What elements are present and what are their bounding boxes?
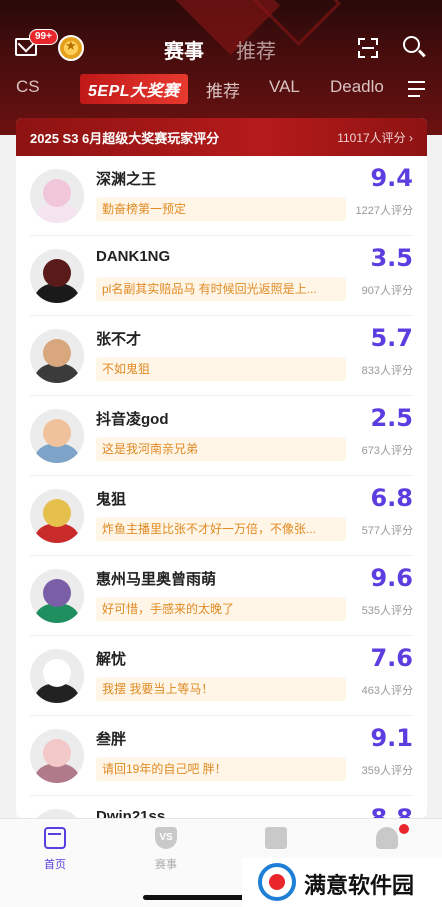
subnav-item-deadlock[interactable]: Deadlo xyxy=(330,77,384,97)
player-row[interactable]: 惠州马里奥曾雨萌 9.6 好可惜，手感来的太晚了 535人评分 xyxy=(30,556,413,636)
coin-icon[interactable] xyxy=(58,35,84,61)
rating-card-header[interactable]: 2025 S3 6月超级大奖赛玩家评分 11017人评分 › xyxy=(16,118,427,156)
subnav-item-recommend[interactable]: 推荐 xyxy=(206,77,240,102)
player-rater-count: 907人评分 xyxy=(361,285,413,297)
player-rater-count: 833人评分 xyxy=(361,365,413,377)
player-row[interactable]: 抖音凌god 2.5 这是我河南亲兄弟 673人评分 xyxy=(30,396,413,476)
tab-matches-label: 赛事 xyxy=(155,859,177,871)
avatar[interactable] xyxy=(30,729,84,783)
scan-icon[interactable] xyxy=(358,38,378,58)
rating-card: 2025 S3 6月超级大奖赛玩家评分 11017人评分 › 深渊之王 9.4 … xyxy=(16,118,427,818)
tab-matches[interactable]: VS 赛事 xyxy=(136,827,196,872)
player-rater-count: 359人评分 xyxy=(361,765,413,777)
player-name: 解忧 xyxy=(96,651,127,668)
rating-count-link[interactable]: 11017人评分 › xyxy=(337,129,413,146)
player-name: Dwin21ss xyxy=(96,808,166,818)
subnav-item-cs[interactable]: CS xyxy=(16,77,40,97)
tab-home[interactable]: 首页 xyxy=(25,827,85,872)
player-row[interactable]: 叁胖 9.1 请回19年的自己吧 胖！ 359人评分 xyxy=(30,716,413,796)
player-score: 6.8 xyxy=(370,484,413,512)
subnav-item-val[interactable]: VAL xyxy=(269,77,300,97)
player-top-comment: 勤奋榜第一预定 xyxy=(96,197,346,221)
avatar[interactable] xyxy=(30,169,84,223)
notification-dot xyxy=(399,824,409,834)
watermark-logo-icon xyxy=(258,863,296,901)
search-icon[interactable] xyxy=(403,36,420,53)
player-score: 2.5 xyxy=(370,404,413,432)
tab-events[interactable]: 赛事 xyxy=(164,35,204,64)
player-row[interactable]: DANK1NG 3.5 pl名副其实赔品马 有时候回光返照是上... 907人评… xyxy=(30,236,413,316)
player-name: DANK1NG xyxy=(96,248,171,265)
profile-icon xyxy=(376,827,398,849)
top-bar: 99+ 赛事 推荐 xyxy=(0,29,442,66)
player-score: 9.4 xyxy=(370,164,413,192)
player-name: 惠州马里奥曾雨萌 xyxy=(96,571,217,588)
player-rater-count: 463人评分 xyxy=(361,685,413,697)
avatar[interactable] xyxy=(30,489,84,543)
avatar[interactable] xyxy=(30,249,84,303)
watermark: 满意软件园 xyxy=(242,858,442,907)
tab-messages[interactable] xyxy=(246,827,306,849)
avatar[interactable] xyxy=(30,809,84,818)
player-top-comment: 这是我河南亲兄弟 xyxy=(96,437,346,461)
player-top-comment: 不如鬼狙 xyxy=(96,357,346,381)
player-top-comment: 好可惜，手感来的太晚了 xyxy=(96,597,346,621)
rating-card-title: 2025 S3 6月超级大奖赛玩家评分 xyxy=(30,131,220,146)
player-rater-count: 673人评分 xyxy=(361,445,413,457)
player-top-comment: 请回19年的自己吧 胖！ xyxy=(96,757,346,781)
tab-home-label: 首页 xyxy=(44,859,66,871)
player-name: 张不才 xyxy=(96,331,142,348)
player-score: 3.5 xyxy=(370,244,413,272)
player-rater-count: 535人评分 xyxy=(361,605,413,617)
notification-badge: 99+ xyxy=(29,29,58,45)
player-row[interactable]: 鬼狙 6.8 炸鱼主播里比张不才好一万倍，不像张... 577人评分 xyxy=(30,476,413,556)
game-subnav: CS 5EPL大奖赛 推荐 VAL Deadlo xyxy=(0,72,442,104)
home-icon xyxy=(44,827,66,849)
tab-profile[interactable] xyxy=(357,824,417,849)
player-top-comment: pl名副其实赔品马 有时候回光返照是上... xyxy=(96,277,346,301)
player-rater-count: 577人评分 xyxy=(361,525,413,537)
player-row[interactable]: 解忧 7.6 我摆 我要当上等马！ 463人评分 xyxy=(30,636,413,716)
player-name: 叁胖 xyxy=(96,731,127,748)
watermark-text: 满意软件园 xyxy=(304,874,415,899)
vs-icon: VS xyxy=(155,827,177,849)
chat-icon xyxy=(265,827,287,849)
player-row[interactable]: 张不才 5.7 不如鬼狙 833人评分 xyxy=(30,316,413,396)
avatar[interactable] xyxy=(30,329,84,383)
player-name: 鬼狙 xyxy=(96,491,127,508)
player-score: 9.6 xyxy=(370,564,413,592)
player-name: 深渊之王 xyxy=(96,171,157,188)
player-rater-count: 1227人评分 xyxy=(355,205,413,217)
subnav-item-5epl[interactable]: 5EPL大奖赛 xyxy=(80,74,188,104)
player-row[interactable]: Dwin21ss 8.8 xyxy=(30,796,413,818)
tab-recommend[interactable]: 推荐 xyxy=(236,35,276,64)
avatar[interactable] xyxy=(30,409,84,463)
player-row[interactable]: 深渊之王 9.4 勤奋榜第一预定 1227人评分 xyxy=(30,156,413,236)
player-score: 9.1 xyxy=(370,724,413,752)
player-top-comment: 我摆 我要当上等马！ xyxy=(96,677,346,701)
player-name: 抖音凌god xyxy=(96,411,169,428)
player-score: 8.8 xyxy=(370,804,413,818)
avatar[interactable] xyxy=(30,569,84,623)
player-score: 7.6 xyxy=(370,644,413,672)
player-score: 5.7 xyxy=(370,324,413,352)
avatar[interactable] xyxy=(30,649,84,703)
app-header: 99+ 赛事 推荐 CS 5EPL大奖赛 推荐 VAL Deadlo xyxy=(0,0,442,135)
player-top-comment: 炸鱼主播里比张不才好一万倍，不像张... xyxy=(96,517,346,541)
player-list: 深渊之王 9.4 勤奋榜第一预定 1227人评分 DANK1NG 3.5 pl名… xyxy=(16,156,427,818)
menu-icon[interactable] xyxy=(408,81,425,98)
